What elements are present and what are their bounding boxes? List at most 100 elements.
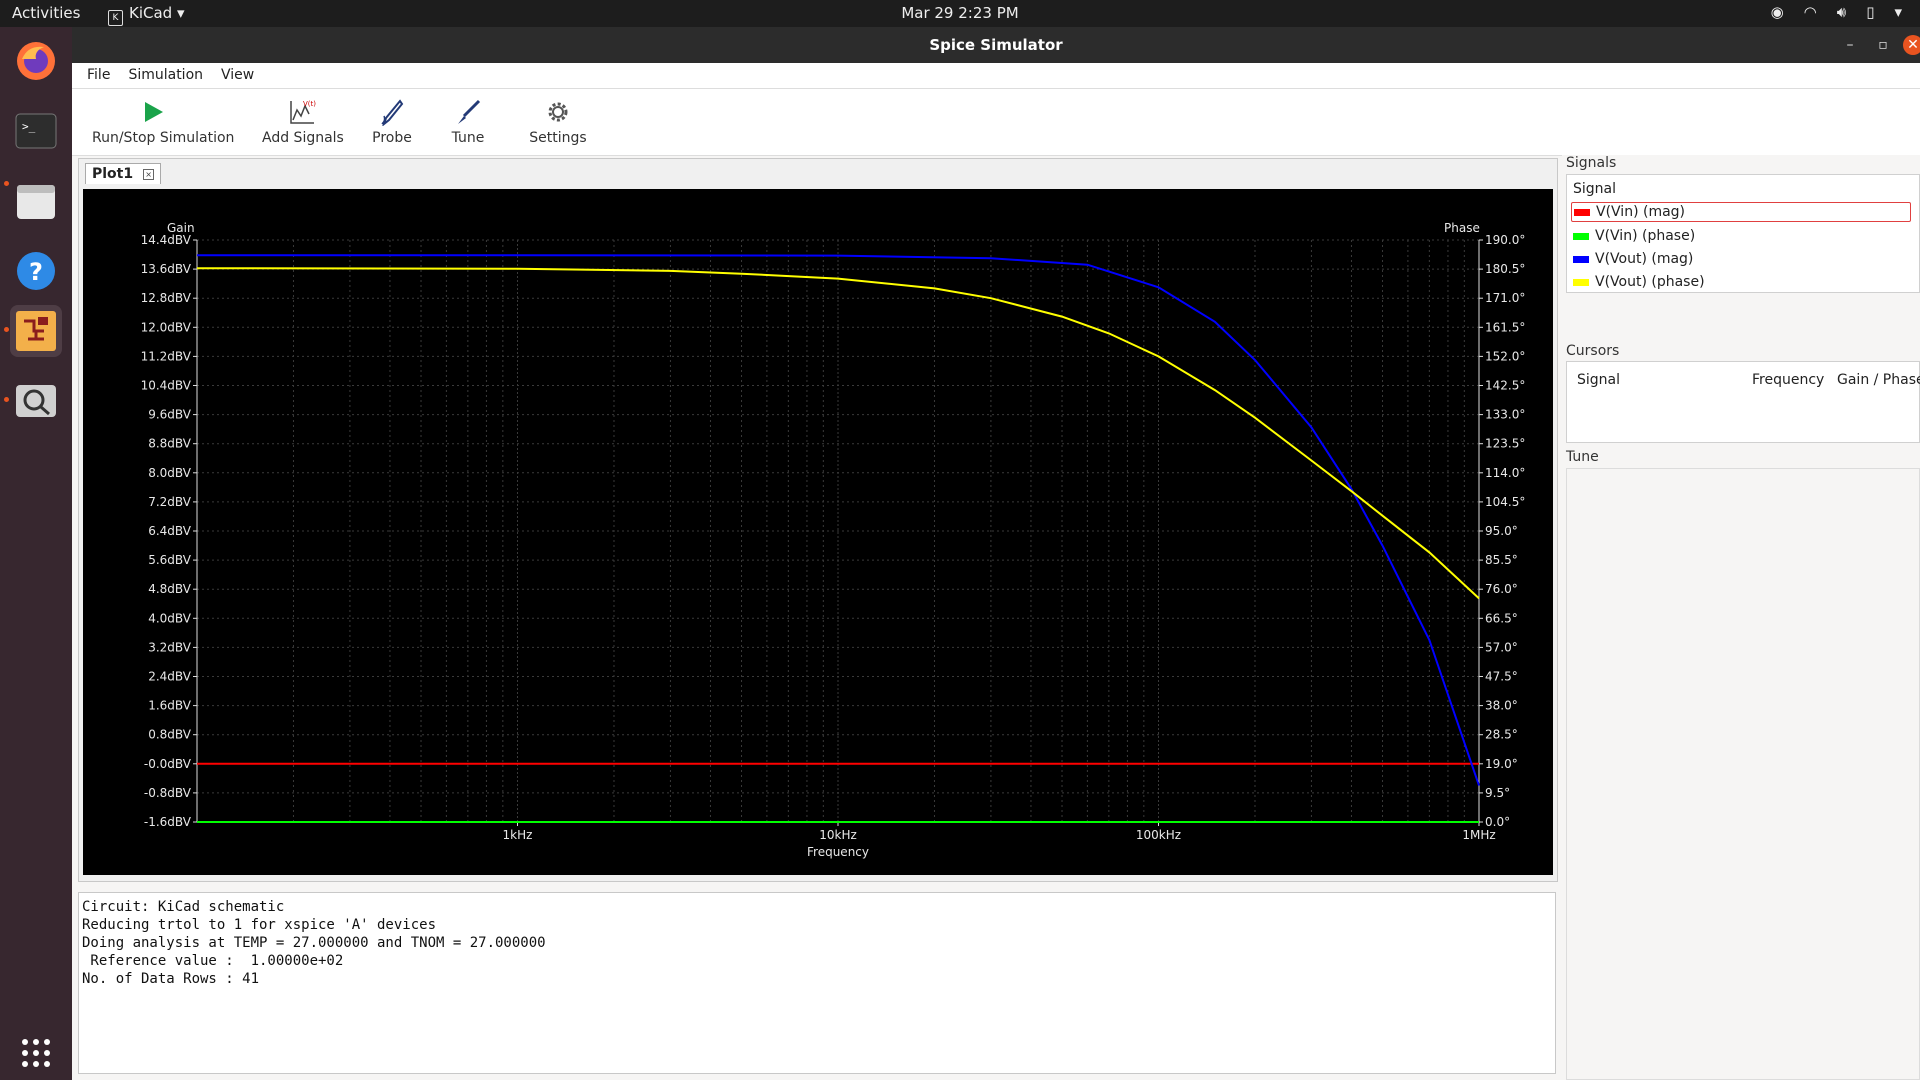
gain-tick-label: 7.2dBV [148, 495, 192, 509]
right-side-panels: Signals Signal V(Vin) (mag) V(Vin) (phas… [1562, 155, 1920, 1080]
tune-panel[interactable] [1566, 468, 1920, 1080]
close-button[interactable]: ✕ [1903, 35, 1920, 55]
firefox-icon[interactable] [10, 35, 62, 87]
phase-tick-label: 57.0° [1485, 640, 1518, 654]
add-signals-icon: V(t) [290, 100, 316, 124]
settings-button[interactable]: Settings [528, 97, 588, 146]
system-menu-chevron-icon[interactable]: ▾ [1894, 3, 1902, 21]
volume-icon[interactable]: 🔊︎ [1837, 3, 1846, 21]
frequency-axis-title: Frequency [807, 845, 869, 859]
help-icon[interactable]: ? [10, 245, 62, 297]
tab-label: Plot1 [92, 166, 134, 182]
gain-axis-title: Gain [167, 221, 195, 235]
system-tray[interactable]: ◉ ◠ 🔊︎ ▯ ▾ [1771, 3, 1902, 21]
activities-button[interactable]: Activities [12, 4, 80, 22]
probe-icon [381, 99, 404, 126]
spice-simulator-window: Spice Simulator – ▫ ✕ File Simulation Vi… [72, 27, 1920, 1080]
accessibility-icon[interactable]: ◉ [1771, 3, 1784, 21]
app-menu[interactable]: K KiCad ▾ [108, 4, 185, 26]
gain-tick-label: -0.8dBV [144, 786, 192, 800]
signal-item[interactable]: V(Vin) (phase) [1573, 226, 1695, 246]
signal-label: V(Vin) (mag) [1596, 204, 1686, 220]
cursors-col-gain-phase: Gain / Phase [1837, 372, 1920, 388]
signal-color-swatch [1573, 255, 1589, 263]
signal-item[interactable]: V(Vout) (phase) [1573, 272, 1705, 292]
play-icon [145, 102, 163, 122]
cursors-col-signal: Signal [1577, 372, 1621, 388]
ac-plot-canvas[interactable]: 14.4dBV 190.0° 13.6dBV 180.5° 12.8dBV 171.0° 1… [83, 189, 1553, 875]
bode-chart[interactable]: 14.4dBV 190.0° 13.6dBV 180.5° 12.8dBV 171.0° 1… [83, 189, 1553, 875]
signal-label: V(Vin) (phase) [1595, 228, 1696, 244]
gain-tick-label: 13.6dBV [141, 262, 192, 276]
tab-plot1[interactable]: Plot1 × [85, 163, 162, 184]
gain-tick-label: 9.6dBV [148, 408, 192, 422]
menu-view[interactable]: View [212, 63, 263, 88]
tune-button[interactable]: Tune [448, 97, 488, 146]
app-grid-icon[interactable] [10, 1027, 62, 1079]
signal-item[interactable]: V(Vout) (mag) [1573, 249, 1693, 269]
phase-tick-label: 9.5° [1485, 786, 1510, 800]
running-indicator [4, 327, 9, 332]
maximize-button[interactable]: ▫ [1873, 35, 1893, 55]
battery-icon[interactable]: ▯ [1866, 3, 1874, 21]
search-viewer-icon[interactable] [10, 375, 62, 427]
menu-bar: File Simulation View [72, 63, 1920, 89]
phase-tick-label: 19.0° [1485, 757, 1518, 771]
phase-axis-title: Phase [1444, 221, 1480, 235]
signal-item[interactable]: V(Vin) (mag) [1571, 202, 1911, 222]
system-top-bar: Activities K KiCad ▾ Mar 29 2:23 PM ◉ ◠ 🔊… [0, 0, 1920, 27]
kicad-app-icon: K [108, 10, 123, 26]
add-signals-button[interactable]: V(t) Add Signals [262, 97, 344, 146]
gain-tick-label: 1.6dBV [148, 699, 192, 713]
phase-tick-label: 180.5° [1485, 262, 1525, 276]
wifi-icon[interactable]: ◠ [1804, 3, 1817, 21]
gain-tick-label: 8.0dBV [148, 466, 192, 480]
running-indicator [4, 397, 9, 402]
gain-tick-label: 4.8dBV [148, 582, 192, 596]
phase-tick-label: 171.0° [1485, 291, 1525, 305]
gain-tick-label: 10.4dBV [141, 379, 192, 393]
frequency-tick-label: 1kHz [503, 828, 533, 842]
frequency-tick-label: 1MHz [1462, 828, 1495, 842]
run-stop-simulation-button[interactable]: Run/Stop Simulation [92, 97, 234, 146]
signals-header: Signal [1573, 181, 1617, 197]
toolbar: Run/Stop Simulation V(t) Add Signals Pro… [72, 89, 1920, 156]
tab-close-icon[interactable]: × [143, 168, 155, 180]
phase-tick-label: 190.0° [1485, 233, 1525, 247]
tune-icon [458, 99, 481, 124]
gain-tick-label: 0.8dBV [148, 728, 192, 742]
files-icon[interactable] [10, 175, 62, 227]
menu-file[interactable]: File [78, 63, 119, 88]
gain-tick-label: 14.4dBV [141, 233, 192, 247]
gain-tick-label: 3.2dBV [148, 640, 192, 654]
dock: >_ ? [0, 27, 72, 1080]
phase-tick-label: 66.5° [1485, 611, 1518, 625]
phase-tick-label: 161.5° [1485, 320, 1525, 334]
signal-color-swatch [1573, 278, 1589, 286]
settings-label: Settings [529, 130, 587, 146]
phase-tick-label: 0.0° [1485, 815, 1510, 829]
phase-tick-label: 95.0° [1485, 524, 1518, 538]
signal-label: V(Vout) (mag) [1595, 251, 1694, 267]
cursors-table[interactable]: Signal Frequency Gain / Phase [1566, 361, 1920, 443]
gain-tick-label: 5.6dBV [148, 553, 192, 567]
probe-button[interactable]: Probe [370, 97, 414, 146]
gain-tick-label: -1.6dBV [144, 815, 192, 829]
window-title: Spice Simulator [929, 36, 1063, 54]
title-bar[interactable]: Spice Simulator – ▫ ✕ [72, 27, 1920, 63]
console-line: Reference value : 1.00000e+02 [82, 953, 344, 969]
simulation-console[interactable]: Circuit: KiCad schematic Reducing trtol t… [78, 892, 1556, 1074]
app-name: KiCad [129, 4, 173, 22]
gear-icon [548, 102, 568, 122]
terminal-icon[interactable]: >_ [10, 105, 62, 157]
minimize-button[interactable]: – [1840, 35, 1860, 55]
signals-list[interactable]: Signal V(Vin) (mag) V(Vin) (phase) V(Vou… [1566, 174, 1920, 293]
menu-simulation[interactable]: Simulation [119, 63, 212, 88]
gain-tick-label: 8.8dBV [148, 437, 192, 451]
phase-tick-label: 152.0° [1485, 349, 1525, 363]
phase-tick-label: 142.5° [1485, 379, 1525, 393]
clock[interactable]: Mar 29 2:23 PM [0, 4, 1920, 22]
phase-tick-label: 47.5° [1485, 670, 1518, 684]
gain-tick-label: 4.0dBV [148, 611, 192, 625]
kicad-schematic-icon[interactable] [10, 305, 62, 357]
